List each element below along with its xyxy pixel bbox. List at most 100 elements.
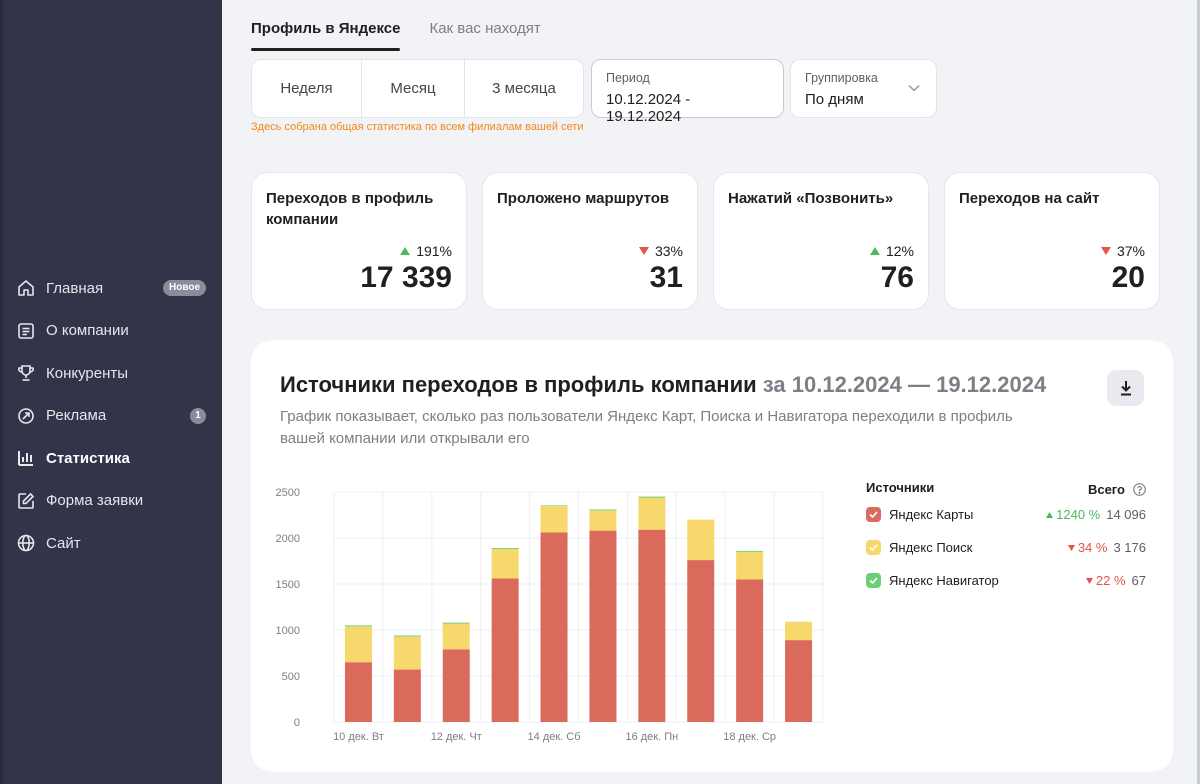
grouping-value: По дням <box>805 91 864 108</box>
y-tick-label: 1000 <box>276 625 300 637</box>
chart-bar-segment <box>442 622 470 624</box>
legend-item-stats: 1240 % 14 096 <box>1046 507 1146 522</box>
trend-up-icon <box>400 247 411 255</box>
legend-item-delta: 1240 % <box>1046 507 1100 522</box>
legend-item-delta: 22 % <box>1085 573 1126 588</box>
trend-up-icon <box>869 247 880 255</box>
main-content: Профиль в Яндексе Как вас находят Неделя… <box>222 0 1200 784</box>
legend-header-sources: Источники <box>866 480 935 495</box>
legend-item-delta: 34 % <box>1067 540 1108 555</box>
legend-item-delta-value: 22 % <box>1095 573 1126 588</box>
y-tick-label: 0 <box>294 717 300 729</box>
metric-title: Нажатий «Позвонить» <box>728 190 894 207</box>
tab-how-found[interactable]: Как вас находят <box>429 0 540 52</box>
legend-item-stats: 22 % 67 <box>1085 573 1146 588</box>
period-value: 10.12.2024 - 19.12.2024 <box>606 91 691 125</box>
chart-bar-segment <box>344 662 372 722</box>
chart-bar-segment <box>393 635 421 637</box>
panel-title: Источники переходов в профиль компании з… <box>280 372 1046 398</box>
month-button[interactable]: Месяц <box>362 60 465 117</box>
checkbox-checked-icon[interactable] <box>866 507 881 522</box>
panel-description: График показывает, сколько раз пользоват… <box>280 408 1013 447</box>
three-months-button[interactable]: 3 месяца <box>465 60 583 117</box>
metric-card-calls[interactable]: Нажатий «Позвонить» 12% 76 <box>713 172 929 310</box>
sidebar-item-about[interactable]: О компании <box>0 310 222 353</box>
legend-item-delta-value: 34 % <box>1077 540 1108 555</box>
sources-panel: Источники переходов в профиль компании з… <box>251 340 1173 772</box>
legend-item-name: Яндекс Навигатор <box>889 573 999 588</box>
chevron-down-icon <box>908 84 920 92</box>
grouping-select[interactable]: Группировка По дням <box>790 59 937 118</box>
x-tick-label: 18 дек. Ср <box>723 731 776 743</box>
legend-item-total: 14 096 <box>1106 507 1146 522</box>
panel-title-period: за 10.12.2024 — 19.12.2024 <box>762 372 1047 397</box>
chart-bar-segment <box>638 497 666 530</box>
sidebar-item-home[interactable]: Главная Новое <box>0 267 222 310</box>
week-button[interactable]: Неделя <box>252 60 362 117</box>
download-button[interactable] <box>1107 370 1144 406</box>
metric-value: 17 339 <box>360 261 452 294</box>
grouping-label: Группировка <box>805 71 878 85</box>
legend-item-name: Яндекс Поиск <box>889 540 973 555</box>
metric-delta: 12% <box>869 243 914 259</box>
chart-bar-segment <box>785 640 813 722</box>
sidebar: Главная Новое О компании Конкуренты Рекл… <box>0 0 222 784</box>
checkbox-checked-icon[interactable] <box>866 540 881 555</box>
metric-delta: 37% <box>1100 243 1145 259</box>
sidebar-item-competitors[interactable]: Конкуренты <box>0 352 222 395</box>
metric-value: 20 <box>1111 261 1145 294</box>
chart-bar-segment <box>687 519 715 561</box>
bar-chart-icon <box>16 448 36 468</box>
checkbox-checked-icon[interactable] <box>866 573 881 588</box>
trend-down-icon <box>1100 247 1111 255</box>
chart-bar-segment <box>491 548 519 550</box>
metric-card-routes[interactable]: Проложено маршрутов 33% 31 <box>482 172 698 310</box>
tab-yandex-profile[interactable]: Профиль в Яндексе <box>251 0 401 52</box>
period-label: Период <box>606 71 650 85</box>
legend-item-search[interactable]: Яндекс Поиск 34 % 3 176 <box>866 531 1146 564</box>
chart-bar-segment <box>442 623 470 650</box>
chart-bar-segment <box>344 625 372 627</box>
trend-up-icon <box>1046 511 1054 518</box>
legend-item-total: 67 <box>1131 573 1146 588</box>
legend-item-total: 3 176 <box>1113 540 1146 555</box>
chart-bar-segment <box>736 551 764 580</box>
legend-item-delta-value: 1240 % <box>1056 507 1101 522</box>
legend-item-stats: 34 % 3 176 <box>1067 540 1146 555</box>
metric-value: 31 <box>649 261 683 294</box>
document-icon <box>16 321 36 341</box>
network-stats-note: Здесь собрана общая статистика по всем ф… <box>251 121 584 133</box>
chart-bar-segment <box>540 505 568 533</box>
x-tick-label: 12 дек. Чт <box>431 731 482 743</box>
chart-bar-segment <box>540 505 568 506</box>
chart-bar-segment <box>638 529 666 722</box>
metric-card-site-visits[interactable]: Переходов на сайт 37% 20 <box>944 172 1160 310</box>
tab-bar: Профиль в Яндексе Как вас находят <box>251 0 570 52</box>
sidebar-item-ads[interactable]: Реклама 1 <box>0 395 222 438</box>
legend-item-maps[interactable]: Яндекс Карты 1240 % 14 096 <box>866 498 1146 531</box>
new-badge: Новое <box>162 280 206 296</box>
help-icon[interactable] <box>1133 482 1146 496</box>
trend-down-icon <box>1067 544 1075 551</box>
sidebar-item-request-form[interactable]: Форма заявки <box>0 480 222 523</box>
metric-card-profile-visits[interactable]: Переходов в профиль компании 191% 17 339 <box>251 172 467 310</box>
period-presets: Неделя Месяц 3 месяца <box>251 59 584 118</box>
metric-value: 76 <box>880 261 914 294</box>
sidebar-item-site[interactable]: Сайт <box>0 522 222 565</box>
sidebar-item-label: Реклама <box>46 407 107 425</box>
period-field[interactable]: Период 10.12.2024 - 19.12.2024 <box>591 59 784 125</box>
y-tick-label: 2000 <box>276 533 300 545</box>
legend-header-total: Всего <box>1087 481 1125 497</box>
metric-delta-value: 191% <box>416 243 452 259</box>
metric-delta: 191% <box>400 243 452 259</box>
sidebar-item-label: О компании <box>46 322 129 340</box>
metric-title: Переходов в профиль компании <box>266 190 434 228</box>
legend-item-name: Яндекс Карты <box>889 507 974 522</box>
sidebar-item-statistics[interactable]: Статистика <box>0 437 222 480</box>
chart-bar-segment <box>687 560 715 722</box>
legend-item-navigator[interactable]: Яндекс Навигатор 22 % 67 <box>866 564 1146 597</box>
metric-title: Переходов на сайт <box>959 190 1100 207</box>
edit-icon <box>16 491 36 511</box>
chart-bar-segment <box>589 530 617 722</box>
chart-bar-segment <box>736 550 764 552</box>
